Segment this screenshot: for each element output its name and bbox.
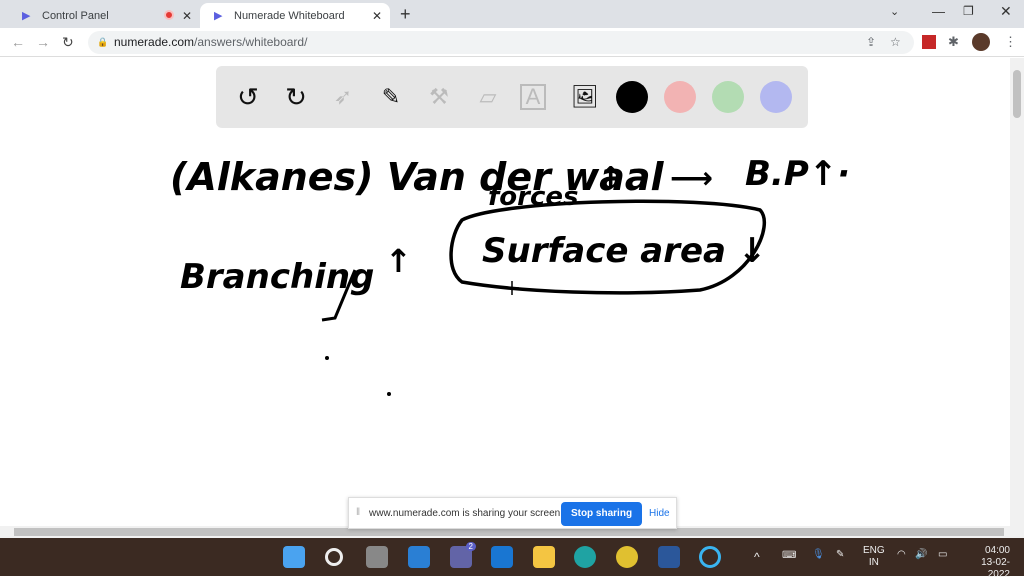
share-message: www.numerade.com is sharing your screen. xyxy=(369,508,563,519)
whiteboard-toolbar: ↺ ↻ ➶ ✎ ⚒ ▱ A 🖼 xyxy=(216,66,808,128)
lang-code: ENG xyxy=(863,545,885,556)
tab-strip: ▶ Control Panel ✕ ▶ Numerade Whiteboard … xyxy=(0,0,1024,28)
tab-numerade-whiteboard[interactable]: ▶ Numerade Whiteboard ✕ xyxy=(200,3,390,28)
pointer-icon[interactable]: ➶ xyxy=(327,81,359,113)
microphone-icon[interactable]: 🎙 xyxy=(812,549,825,560)
date: 13-02-2022 xyxy=(981,557,1010,580)
address-bar-row: ← → ↻ 🔒 numerade.com/answers/whiteboard/… xyxy=(0,28,1024,57)
undo-icon[interactable]: ↺ xyxy=(232,81,264,113)
lock-icon: 🔒 xyxy=(97,37,109,47)
vertical-scrollbar[interactable] xyxy=(1010,58,1024,526)
widgets-icon[interactable] xyxy=(408,546,430,568)
tray-overflow-icon[interactable]: ^ xyxy=(754,550,760,564)
handwriting-bp: B.P↑· xyxy=(745,154,850,194)
url-domain: numerade.com xyxy=(114,35,195,49)
file-explorer-icon[interactable] xyxy=(533,546,555,568)
wifi-icon[interactable]: ◠ xyxy=(897,549,906,560)
keyboard-icon[interactable]: ⌨ xyxy=(782,550,796,561)
close-window-icon[interactable]: ✕ xyxy=(1000,3,1012,20)
scroll-thumb[interactable] xyxy=(1013,70,1021,118)
handwriting-arrow-right: ⟶ xyxy=(670,161,713,196)
stop-sharing-button[interactable]: Stop sharing xyxy=(561,502,642,526)
reload-icon[interactable]: ↻ xyxy=(62,34,74,51)
restore-icon[interactable]: ❐ xyxy=(963,4,974,18)
scroll-thumb[interactable] xyxy=(14,528,1004,536)
handwriting-surface-area: Surface area ↓ xyxy=(482,231,766,271)
close-tab-icon[interactable]: ✕ xyxy=(182,9,192,23)
word-icon[interactable] xyxy=(658,546,680,568)
tools-icon[interactable]: ⚒ xyxy=(423,81,455,113)
mail-icon[interactable] xyxy=(491,546,513,568)
numerade-logo-icon: ▶ xyxy=(22,9,31,22)
volume-icon[interactable]: 🔊 xyxy=(915,549,927,560)
url-input[interactable]: 🔒 numerade.com/answers/whiteboard/ ⇪ ☆ xyxy=(88,31,914,54)
eraser-icon[interactable]: ▱ xyxy=(472,81,504,113)
handwriting-line1: (Alkanes) Van der waal xyxy=(170,155,664,199)
crosshair-cursor-icon xyxy=(505,281,519,295)
tab-search-icon[interactable]: ⌄ xyxy=(890,5,899,18)
pen-tray-icon[interactable]: ✎ xyxy=(836,549,844,560)
chat-badge: 2 xyxy=(465,542,476,551)
recording-icon xyxy=(164,10,174,20)
color-black-swatch[interactable] xyxy=(616,81,648,113)
new-tab-icon[interactable]: + xyxy=(400,4,411,25)
handwriting-arrow-up-2: ↑ xyxy=(385,242,412,280)
tab-control-panel[interactable]: ▶ Control Panel ✕ xyxy=(8,3,198,28)
taskbar: 2 ^ ⌨ 🎙 ✎ ENG IN ◠ 🔊 ▭ 04:00 13-02-2022 xyxy=(0,538,1024,580)
whiteboard-canvas[interactable]: (Alkanes) Van der waal forces ↑ ⟶ B.P↑· … xyxy=(0,58,1010,526)
pen-icon[interactable]: ✎ xyxy=(375,81,407,113)
bookmark-star-icon[interactable]: ☆ xyxy=(890,31,901,54)
share-icon[interactable]: ⇪ xyxy=(866,31,876,54)
drag-handle-icon[interactable]: ‖ xyxy=(356,507,360,518)
cortana-icon[interactable] xyxy=(699,546,721,568)
language-indicator[interactable]: ENG IN xyxy=(863,545,885,569)
extensions-puzzle-icon[interactable]: ✱ xyxy=(948,34,959,50)
dot xyxy=(325,356,329,360)
chrome-icon[interactable] xyxy=(616,546,638,568)
search-icon[interactable] xyxy=(325,548,343,566)
time: 04:00 xyxy=(984,545,1010,556)
dot xyxy=(387,392,391,396)
hide-button[interactable]: Hide xyxy=(649,508,670,519)
task-view-icon[interactable] xyxy=(366,546,388,568)
profile-avatar[interactable] xyxy=(972,33,990,51)
redo-icon[interactable]: ↻ xyxy=(280,81,312,113)
minimize-icon[interactable]: — xyxy=(932,4,945,19)
handwriting-arrow-up: ↑ xyxy=(598,161,623,196)
tab-title: Numerade Whiteboard xyxy=(234,9,345,22)
url-path: /answers/whiteboard/ xyxy=(194,35,308,49)
teams-chat-icon[interactable]: 2 xyxy=(450,542,476,568)
numerade-logo-icon: ▶ xyxy=(214,9,223,22)
color-pink-swatch[interactable] xyxy=(664,81,696,113)
start-icon[interactable] xyxy=(283,546,305,568)
extension-icon[interactable] xyxy=(922,35,936,49)
edge-icon[interactable] xyxy=(574,546,596,568)
tab-title: Control Panel xyxy=(42,9,109,22)
screen-share-bar: ‖ www.numerade.com is sharing your scree… xyxy=(348,497,677,529)
color-green-swatch[interactable] xyxy=(712,81,744,113)
text-icon[interactable]: A xyxy=(520,84,546,110)
region-code: IN xyxy=(868,557,879,568)
image-icon[interactable]: 🖼 xyxy=(569,81,601,113)
menu-kebab-icon[interactable]: ⋮ xyxy=(1004,34,1017,50)
back-icon[interactable]: ← xyxy=(11,34,25,50)
close-tab-icon[interactable]: ✕ xyxy=(372,9,382,23)
forward-icon[interactable]: → xyxy=(36,34,50,50)
color-purple-swatch[interactable] xyxy=(760,81,792,113)
battery-icon[interactable]: ▭ xyxy=(938,549,947,560)
drawing-layer: (Alkanes) Van der waal forces ↑ ⟶ B.P↑· … xyxy=(170,154,850,396)
